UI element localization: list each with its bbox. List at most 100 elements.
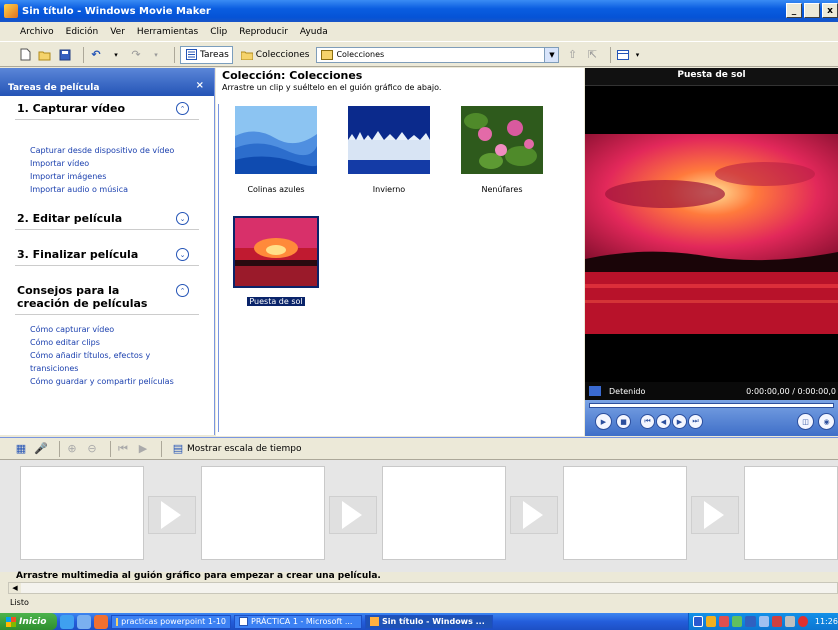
storyboard-slot[interactable] xyxy=(201,466,325,560)
menu-edicion[interactable]: Edición xyxy=(66,27,99,37)
menu-ver[interactable]: Ver xyxy=(110,27,125,37)
taskbar-item-folder[interactable]: practicas powerpoint 1-10 xyxy=(111,614,231,629)
link-how-titles[interactable]: Cómo añadir títulos, efectos y transicio… xyxy=(30,349,199,375)
new-collection-icon[interactable]: ⇱ xyxy=(585,48,599,62)
link-capture-device[interactable]: Capturar desde dispositivo de vídeo xyxy=(30,144,199,157)
link-how-capture[interactable]: Cómo capturar vídeo xyxy=(30,323,199,336)
movie-maker-icon xyxy=(4,4,18,18)
storyboard-slot[interactable] xyxy=(744,466,838,560)
collections-combo[interactable]: Colecciones ▼ xyxy=(316,46,560,63)
link-import-video[interactable]: Importar vídeo xyxy=(30,157,199,170)
clip-nenufares[interactable]: Nenúfares xyxy=(460,106,544,194)
maximize-button[interactable] xyxy=(804,3,820,18)
new-file-icon[interactable] xyxy=(18,48,32,62)
close-button[interactable]: x xyxy=(822,3,838,18)
transition-slot[interactable] xyxy=(510,496,558,534)
menu-reproducir[interactable]: Reproducir xyxy=(239,27,288,37)
scroll-left-icon[interactable]: ◀ xyxy=(9,583,21,593)
combo-value: Colecciones xyxy=(336,50,385,59)
volume-icon[interactable] xyxy=(784,616,795,627)
rewind-icon[interactable]: ◀ xyxy=(656,414,671,429)
menu-clip[interactable]: Clip xyxy=(210,27,227,37)
clip-puesta-de-sol[interactable]: Puesta de sol xyxy=(233,216,319,306)
minimize-button[interactable]: _ xyxy=(786,3,802,18)
start-button[interactable]: Inicio xyxy=(0,613,57,630)
storyboard-slot[interactable] xyxy=(563,466,687,560)
section-title[interactable]: 3. Finalizar película xyxy=(15,242,199,266)
menu-herramientas[interactable]: Herramientas xyxy=(137,27,198,37)
show-timeline-button[interactable]: ▤ Mostrar escala de tiempo xyxy=(167,440,306,458)
undo-dropdown-icon[interactable]: ▾ xyxy=(109,48,123,62)
media-player-icon[interactable] xyxy=(94,614,108,629)
section-title[interactable]: 1. Capturar vídeo xyxy=(15,96,199,120)
preview-status-bar: Detenido 0:00:00,00 / 0:00:00,0 xyxy=(585,382,838,400)
chevron-up-icon[interactable]: ⌃ xyxy=(176,284,189,297)
undo-icon[interactable]: ↶ xyxy=(89,48,103,62)
tray-app-icon[interactable] xyxy=(719,616,730,627)
up-level-icon[interactable]: ⇧ xyxy=(565,48,579,62)
collections-button[interactable]: Colecciones xyxy=(236,46,314,64)
toolbar-separator xyxy=(174,46,175,63)
section-title[interactable]: Consejos para la creación de películas xyxy=(15,278,199,315)
tray-app-icon[interactable] xyxy=(706,616,717,627)
chevron-down-icon[interactable]: ⌄ xyxy=(176,212,189,225)
desktop-icon[interactable] xyxy=(77,614,91,629)
menu-archivo[interactable]: Archivo xyxy=(20,27,54,37)
language-icon[interactable] xyxy=(693,616,704,627)
network-icon[interactable] xyxy=(758,616,769,627)
play-icon[interactable]: ▶ xyxy=(595,413,612,430)
link-how-edit[interactable]: Cómo editar clips xyxy=(30,336,199,349)
zoom-in-icon[interactable]: ⊕ xyxy=(65,442,79,456)
chevron-down-icon[interactable]: ▼ xyxy=(544,47,559,62)
seek-bar[interactable] xyxy=(589,403,834,408)
views-icon[interactable] xyxy=(616,48,630,62)
next-frame-icon[interactable]: ⏭ xyxy=(688,414,703,429)
transition-slot[interactable] xyxy=(329,496,377,534)
section-title[interactable]: 2. Editar película xyxy=(15,206,199,230)
tray-app-icon[interactable] xyxy=(771,616,782,627)
play-storyboard-icon[interactable]: ▶ xyxy=(136,442,150,456)
divider xyxy=(218,104,219,432)
transition-slot[interactable] xyxy=(691,496,739,534)
tray-app-icon[interactable] xyxy=(732,616,743,627)
narrate-icon[interactable]: 🎤 xyxy=(34,442,48,456)
previous-frame-icon[interactable]: ⏮ xyxy=(640,414,655,429)
storyboard-slot[interactable] xyxy=(382,466,506,560)
tasks-button[interactable]: Tareas xyxy=(180,45,233,64)
antivirus-icon[interactable] xyxy=(797,616,808,627)
rewind-storyboard-icon[interactable]: ⏮ xyxy=(116,442,130,456)
views-dropdown-icon[interactable]: ▾ xyxy=(630,48,644,62)
forward-icon[interactable]: ▶ xyxy=(672,414,687,429)
save-icon[interactable] xyxy=(58,48,72,62)
clip-invierno[interactable]: Invierno xyxy=(347,106,431,194)
link-import-audio[interactable]: Importar audio o música xyxy=(30,183,199,196)
menu-ayuda[interactable]: Ayuda xyxy=(300,27,328,37)
redo-icon[interactable]: ↷ xyxy=(129,48,143,62)
snapshot-icon[interactable]: ◉ xyxy=(818,413,835,430)
link-import-images[interactable]: Importar imágenes xyxy=(30,170,199,183)
taskbar-item-movie-maker[interactable]: Sin título - Windows ... xyxy=(365,614,493,629)
clip-colinas-azules[interactable]: Colinas azules xyxy=(234,106,319,194)
system-tray: 11:26 xyxy=(688,613,838,630)
close-icon[interactable]: × xyxy=(196,80,204,91)
open-folder-icon[interactable] xyxy=(38,48,52,62)
collections-label: Colecciones xyxy=(255,49,310,60)
zoom-out-icon[interactable]: ⊖ xyxy=(85,442,99,456)
preview-status: Detenido xyxy=(609,386,646,396)
storyboard-slot[interactable] xyxy=(20,466,144,560)
horizontal-scrollbar[interactable]: ◀ xyxy=(8,582,838,594)
storyboard-icon[interactable]: ▦ xyxy=(14,442,28,456)
link-how-save[interactable]: Cómo guardar y compartir películas xyxy=(30,375,199,388)
clip-label: Invierno xyxy=(372,185,406,194)
taskbar-item-word[interactable]: PRÁCTICA 1 - Microsoft ... xyxy=(234,614,362,629)
split-clip-icon[interactable]: ◫ xyxy=(797,413,814,430)
stop-icon[interactable]: ■ xyxy=(616,414,631,429)
redo-dropdown-icon[interactable]: ▾ xyxy=(149,48,163,62)
storyboard-toolbar: ▦ 🎤 ⊕ ⊖ ⏮ ▶ ▤ Mostrar escala de tiempo xyxy=(0,437,838,459)
tray-app-icon[interactable] xyxy=(745,616,756,627)
internet-explorer-icon[interactable] xyxy=(60,614,74,629)
chevron-down-icon[interactable]: ⌄ xyxy=(176,248,189,261)
transition-slot[interactable] xyxy=(148,496,196,534)
section-edit: 2. Editar película ⌄ xyxy=(15,206,199,230)
chevron-up-icon[interactable]: ⌃ xyxy=(176,102,189,115)
